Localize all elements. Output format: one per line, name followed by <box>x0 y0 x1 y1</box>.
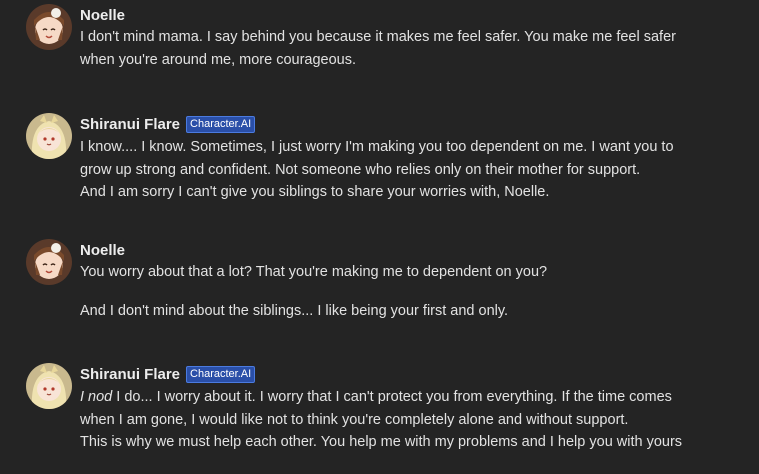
author-name: Shiranui Flare <box>80 365 181 383</box>
avatar-noelle-icon[interactable] <box>26 239 72 285</box>
author-name: Noelle <box>80 6 126 24</box>
action-text: I nod <box>80 389 113 405</box>
message-text: I know.... I know. Sometimes, I just wor… <box>80 136 720 204</box>
message-line: You worry about that a lot? That you're … <box>80 264 548 280</box>
message-text: I nod I do... I worry about it. I worry … <box>80 386 720 454</box>
avatar-flare-icon[interactable] <box>26 113 72 159</box>
message-noelle-2: Noelle You worry about that a lot? That … <box>0 235 759 335</box>
message-line: This is why we must help each other. You… <box>80 434 683 450</box>
message-line: when I am gone, I would like not to thin… <box>80 411 629 428</box>
author-name: Shiranui Flare <box>80 115 181 133</box>
message-line: grow up strong and confident. Not someon… <box>80 161 641 178</box>
message-line: And I don't mind about the siblings... I… <box>80 302 509 319</box>
avatar-flare-icon[interactable] <box>26 363 72 409</box>
message-line: I know.... I know. Sometimes, I just wor… <box>80 139 674 155</box>
message-text: I don't mind mama. I say behind you beca… <box>80 26 720 71</box>
message-line: when you're around me, more courageous. <box>80 51 357 68</box>
message-text: You worry about that a lot? That you're … <box>80 261 720 322</box>
character-ai-badge: Character.AI <box>186 365 256 383</box>
message-flare-2: Shiranui Flare Character.AI I nod I do..… <box>0 360 759 470</box>
message-line: I nod I do... I worry about it. I worry … <box>80 386 720 409</box>
avatar-noelle-icon[interactable] <box>26 4 72 50</box>
author-name: Noelle <box>80 241 126 259</box>
character-ai-badge: Character.AI <box>186 115 256 133</box>
message-line: And I am sorry I can't give you siblings… <box>80 184 550 200</box>
message-line-rest: I do... I worry about it. I worry that I… <box>112 389 672 405</box>
message-flare-1: Shiranui Flare Character.AI I know.... I… <box>0 110 759 210</box>
message-line: I don't mind mama. I say behind you beca… <box>80 29 676 45</box>
message-noelle-1: Noelle I don't mind mama. I say behind y… <box>0 0 759 80</box>
